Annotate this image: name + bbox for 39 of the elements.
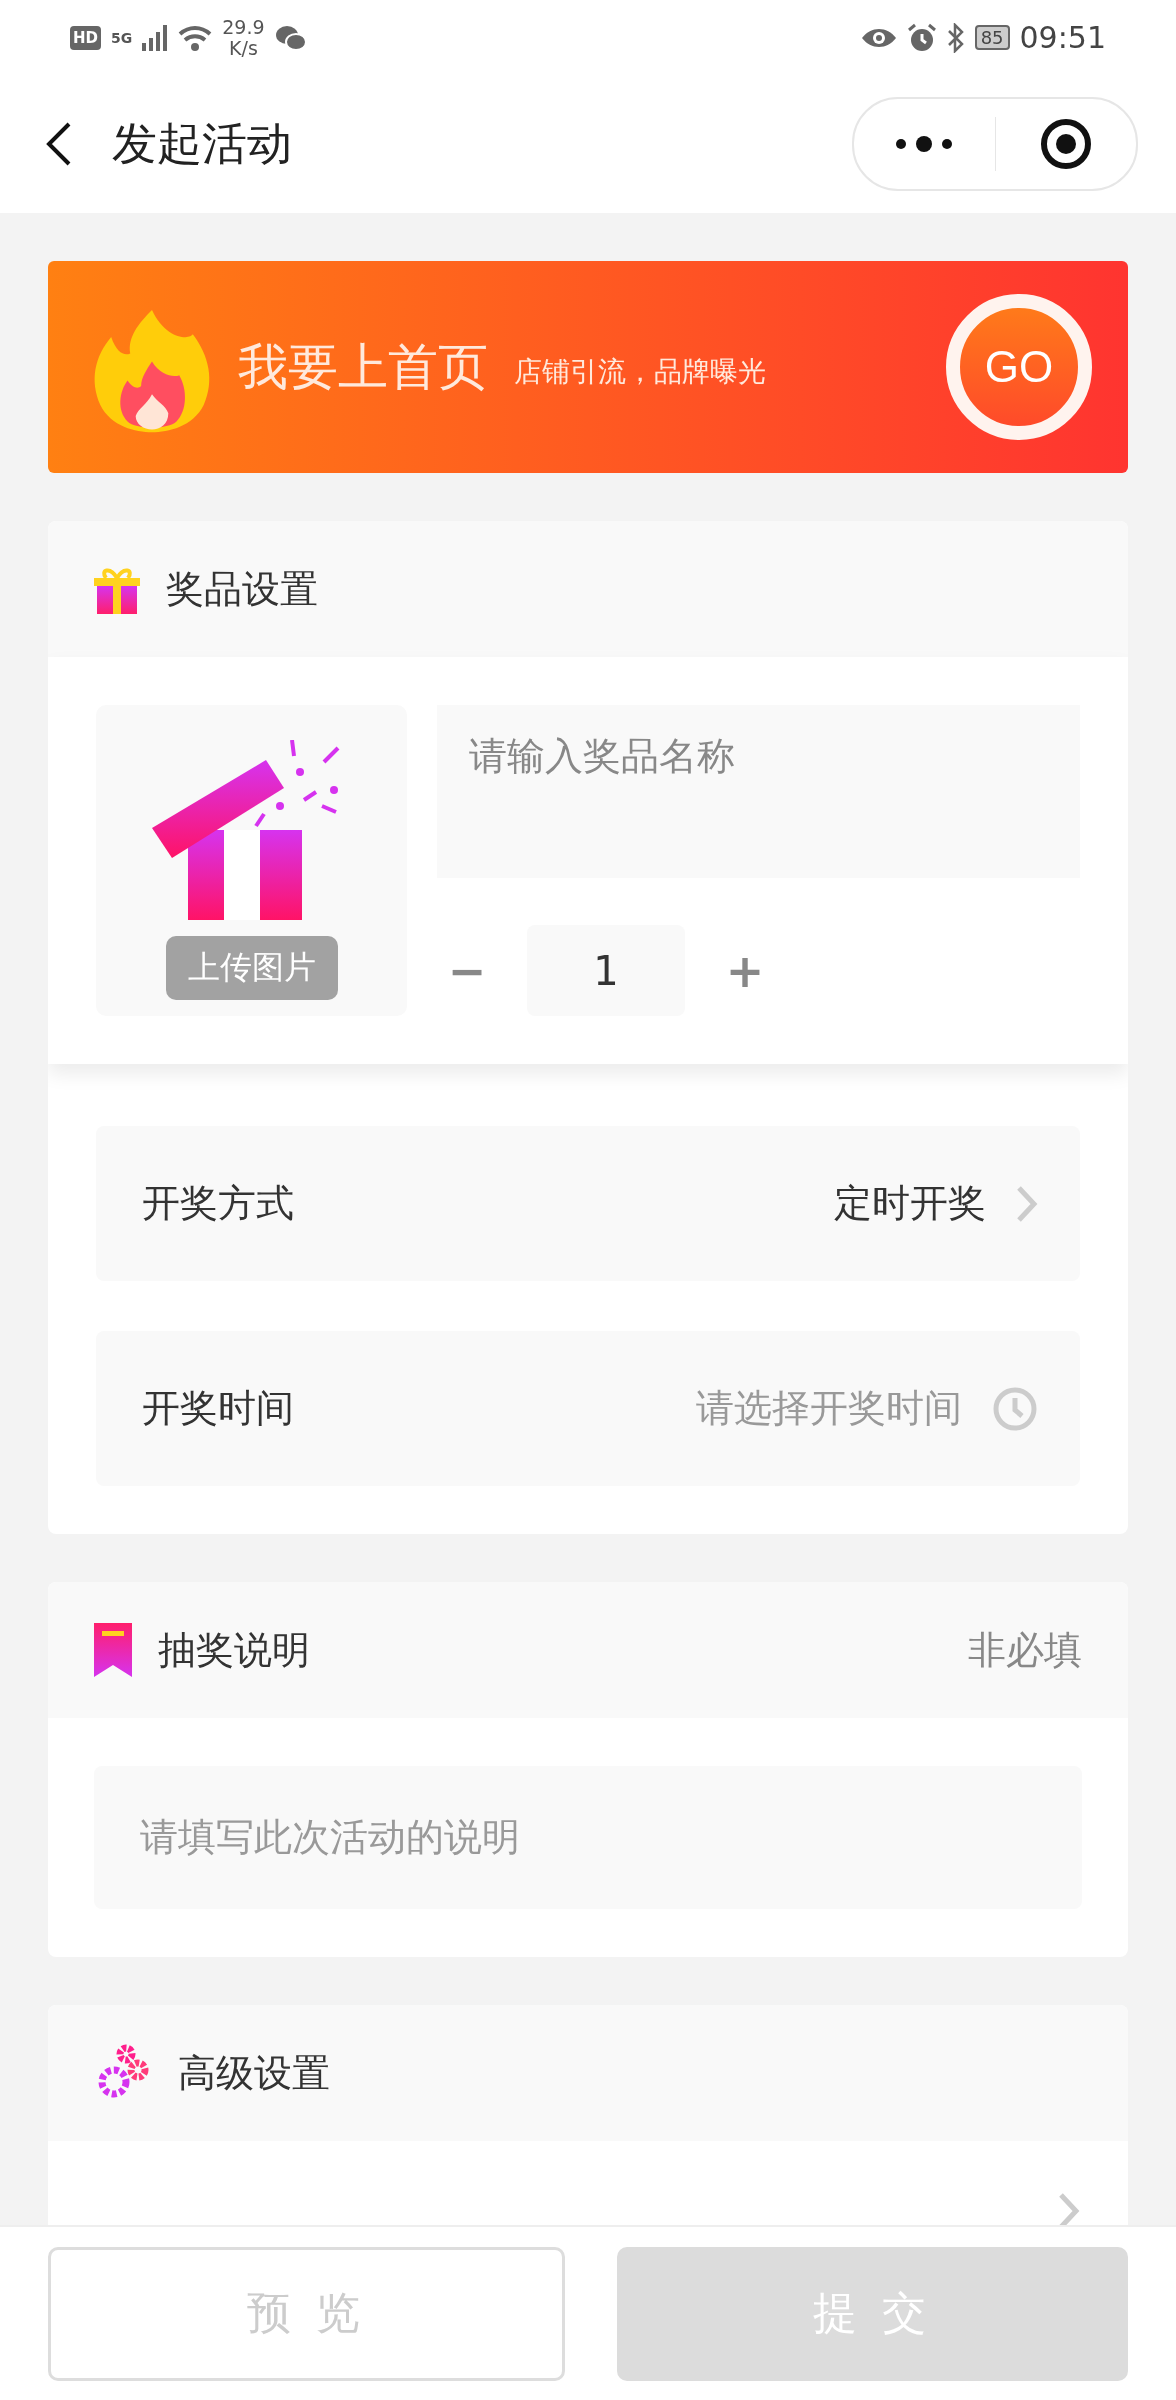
go-button[interactable]: GO (946, 294, 1092, 440)
clock-icon (992, 1385, 1038, 1432)
clock-time: 09:51 (1019, 20, 1106, 55)
more-icon (895, 136, 954, 152)
promo-banner[interactable]: 我要上首页 店铺引流，品牌曝光 GO (48, 261, 1128, 473)
description-field[interactable]: 请填写此次活动的说明 (94, 1766, 1082, 1909)
image-upload[interactable]: 上传图片 (96, 705, 407, 1016)
row-placeholder: 请选择开奖时间 (696, 1385, 962, 1432)
battery-indicator: 85 (974, 25, 1010, 50)
optional-note: 非必填 (968, 1626, 1082, 1674)
signal-icon (142, 24, 169, 51)
row-value: 定时开奖 (834, 1180, 986, 1227)
row-label: 开奖方式 (142, 1180, 295, 1227)
back-icon[interactable] (44, 121, 72, 167)
quantity-field[interactable]: 1 (527, 925, 685, 1016)
speed-unit: K/s (229, 37, 258, 59)
bluetooth-icon (946, 22, 965, 53)
prize-name-field[interactable]: 请输入奖品名称 (437, 705, 1080, 878)
hd-indicator: HD (70, 25, 101, 50)
increase-button[interactable]: + (715, 943, 775, 998)
decrease-button[interactable]: − (437, 943, 497, 998)
row-label: 开奖时间 (142, 1385, 295, 1432)
banner-title: 我要上首页 (238, 336, 488, 398)
banner-subtitle: 店铺引流，品牌曝光 (514, 354, 767, 390)
form-row[interactable]: 开奖方式 定时开奖 (96, 1126, 1080, 1281)
bookmark-icon (94, 1623, 132, 1677)
section-title: 奖品设置 (166, 565, 319, 613)
wifi-icon (178, 24, 213, 51)
chevron-right-icon (1016, 1184, 1038, 1223)
page-title: 发起活动 (112, 116, 293, 172)
target-icon (1039, 118, 1092, 170)
chat-icon (274, 23, 307, 52)
form-row[interactable]: 开奖时间 请选择开奖时间 (96, 1331, 1080, 1486)
upload-button[interactable]: 上传图片 (165, 936, 338, 1000)
section-title: 抽奖说明 (158, 1626, 311, 1674)
network-label: 5G (111, 29, 133, 46)
section-title: 高级设置 (178, 2049, 331, 2097)
alarm-icon (906, 22, 937, 53)
network-speed: 29.9 (222, 16, 265, 38)
